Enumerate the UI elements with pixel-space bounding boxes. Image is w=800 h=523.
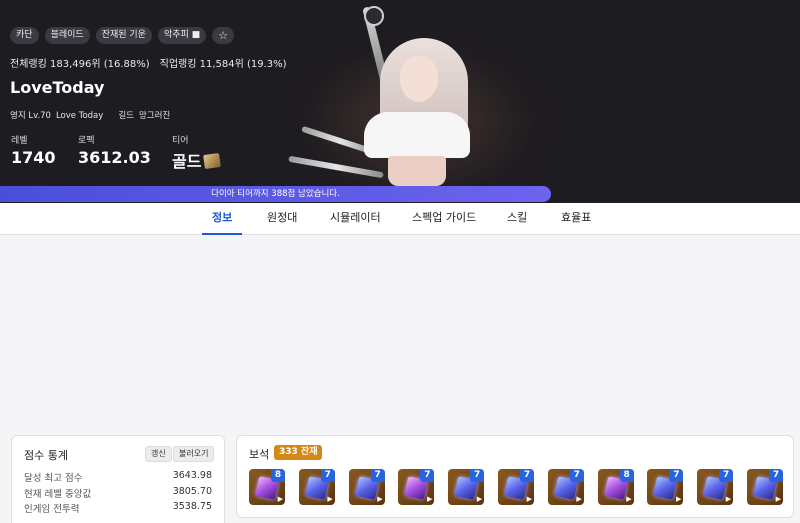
gold-tier-icon	[203, 152, 222, 170]
gem-level-badge: 7	[320, 469, 335, 482]
gem-effect-icon: ▶	[725, 495, 732, 503]
character-header: 카단 블레이드 잔재된 기운 악추피 ■ ☆ 전체랭킹 183,496위 (16…	[0, 0, 800, 203]
character-face	[400, 56, 438, 102]
gem-level-badge: 7	[470, 469, 485, 482]
level-value: 1740	[11, 148, 56, 167]
gem-effect-icon: ▶	[427, 495, 433, 503]
tier-stat: 티어 골드	[172, 133, 222, 172]
tab-simulator[interactable]: 시뮬레이터	[330, 203, 381, 235]
gem-effect-icon: ▶	[476, 495, 483, 503]
tag-class[interactable]: 블레이드	[44, 27, 90, 44]
tag-list: 카단 블레이드 잔재된 기운 악추피 ■ ☆	[10, 27, 235, 44]
power-label: 로펙	[78, 136, 95, 146]
tab-efficiency[interactable]: 효율표	[561, 203, 591, 235]
gem-effect-icon: ▶	[775, 495, 781, 503]
gem-slot[interactable]: 7 ▶	[697, 469, 734, 505]
estate-level: 영지 Lv.70	[10, 111, 51, 121]
gem-slot[interactable]: 7 ▶	[448, 469, 485, 505]
weapon-orb	[364, 6, 384, 26]
gem-slot[interactable]: 7 ▶	[547, 469, 584, 505]
gem-effect-icon: ▶	[626, 495, 632, 503]
gem-level-badge: 8	[619, 469, 634, 482]
tier-label: 티어	[172, 136, 189, 146]
tag-build[interactable]: 악추피 ■	[157, 27, 207, 44]
gem-level-badge: 7	[420, 469, 435, 482]
gem-badge: 333 잔재	[274, 445, 323, 460]
score-row: 인게임 전투력 3538.75	[24, 501, 212, 515]
score-row-label: 현재 레벨 중앙값	[24, 489, 92, 500]
score-row-value: 3643.98	[172, 470, 212, 481]
gem-effect-icon: ▶	[676, 495, 682, 503]
overall-rank: 전체랭킹 183,496위 (16.88%)	[10, 59, 150, 70]
score-row-label: 달성 최고 점수	[24, 473, 83, 484]
estate-name: Love Today	[55, 111, 104, 121]
tier-value-wrap: 골드	[172, 148, 222, 172]
tag-server[interactable]: 카단	[10, 27, 39, 44]
guild-name[interactable]: 망그러진	[139, 111, 170, 121]
gem-level-badge: 8	[271, 469, 285, 482]
character-torso	[388, 156, 446, 186]
gem-level-badge: 7	[719, 469, 734, 482]
level-stat: 레벨 1740	[11, 133, 56, 167]
tab-roster[interactable]: 원정대	[267, 203, 297, 235]
gem-level-badge: 7	[569, 469, 584, 482]
gem-level-badge: 7	[669, 469, 684, 482]
gem-effect-icon: ▶	[576, 495, 582, 503]
favorite-star-icon[interactable]: ☆	[212, 27, 235, 44]
gem-title: 보석	[249, 448, 270, 461]
gem-slot[interactable]: 7 ▶	[348, 469, 385, 505]
tier-progress-bar: 다이아 티어까지 388점 남았습니다.	[0, 186, 800, 202]
tier-value: 골드	[172, 152, 202, 171]
gem-effect-icon: ▶	[327, 495, 333, 503]
rank-line: 전체랭킹 183,496위 (16.88%) 직업랭킹 11,584위 (19.3…	[10, 55, 287, 70]
score-stats-card: 점수 통계 갱신 불러오기 달성 최고 점수 3643.98 현재 레벨 중앙값…	[11, 435, 225, 523]
score-row-value: 3805.70	[172, 486, 212, 497]
score-row: 달성 최고 점수 3643.98	[24, 470, 212, 484]
gem-effect-icon: ▶	[277, 495, 283, 503]
character-outfit	[364, 112, 470, 158]
gem-slot[interactable]: 8 ▶	[249, 469, 285, 505]
power-stat: 로펙 3612.03	[78, 133, 151, 167]
gem-slot[interactable]: 7 ▶	[398, 469, 435, 505]
gem-level-badge: 7	[769, 469, 783, 482]
tab-skill[interactable]: 스킬	[507, 203, 527, 235]
class-rank: 직업랭킹 11,584위 (19.3%)	[159, 59, 287, 70]
gem-slot[interactable]: 7 ▶	[298, 469, 335, 505]
level-label: 레벨	[11, 136, 28, 146]
gem-effect-icon: ▶	[526, 495, 532, 503]
score-row-value: 3538.75	[172, 501, 212, 512]
tag-engraving[interactable]: 잔재된 기운	[95, 27, 152, 44]
score-row-label: 인게임 전투력	[24, 504, 80, 515]
gem-effect-icon: ▶	[377, 495, 383, 503]
tab-bar: 정보 원정대 시뮬레이터 스펙업 가이드 스킬 효율표	[0, 203, 800, 235]
character-name: LoveToday	[10, 78, 105, 97]
gem-card: 보석 333 잔재 8 ▶ 7 ▶ 7 ▶ 7 ▶ 7 ▶ 7 ▶ 7 ▶ 8 ▶ 7 ▶ 7 ▶ 7 ▶	[236, 435, 794, 518]
gem-slot[interactable]: 7 ▶	[498, 469, 534, 505]
gem-level-badge: 7	[520, 469, 534, 482]
guild-label: 길드	[118, 111, 134, 121]
score-row: 현재 레벨 중앙값 3805.70	[24, 486, 212, 500]
score-stats-title: 점수 통계	[24, 449, 68, 462]
gem-slot[interactable]: 8 ▶	[597, 469, 634, 505]
gem-slot[interactable]: 7 ▶	[747, 469, 783, 505]
tab-info[interactable]: 정보	[202, 203, 243, 235]
load-button[interactable]: 불러오기	[173, 446, 215, 462]
gem-level-badge: 7	[370, 469, 385, 482]
power-value: 3612.03	[78, 148, 151, 167]
gem-slot[interactable]: 7 ▶	[647, 469, 684, 505]
estate-guild-line: 영지 Lv.70 Love Today 길드 망그러진	[10, 109, 175, 121]
tab-specup-guide[interactable]: 스펙업 가이드	[412, 203, 476, 235]
tier-progress-text: 다이아 티어까지 388점 남았습니다.	[211, 189, 340, 199]
renew-button[interactable]: 갱신	[145, 446, 172, 462]
